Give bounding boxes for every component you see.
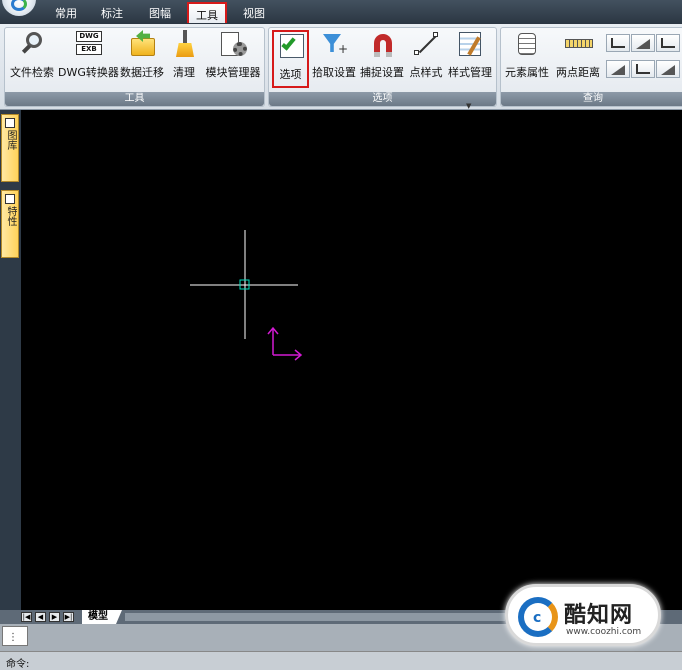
app-logo-icon[interactable] xyxy=(2,0,36,16)
watermark-logo-letter: c xyxy=(533,610,542,626)
options-label: 选项 xyxy=(279,68,302,81)
file-search-label: 文件检索 xyxy=(10,66,54,79)
clean-button[interactable]: 清理 xyxy=(168,30,200,88)
style-manager-label: 样式管理 xyxy=(448,66,492,79)
left-dock-strip: 图库 特性 xyxy=(0,110,21,622)
tab-view[interactable]: 视图 xyxy=(240,2,268,23)
layout-prev-button[interactable]: ◀ xyxy=(35,612,46,622)
tools-group: 文件检索 DWG EXB DWG转换器 数据迁移 清理 模块管理器 工具 xyxy=(4,27,265,107)
tab-tools[interactable]: 工具 xyxy=(187,2,227,23)
arc-length-button[interactable] xyxy=(631,34,655,52)
module-manager-button[interactable]: 模块管理器 xyxy=(203,30,263,88)
perimeter-query-button[interactable] xyxy=(631,60,655,78)
watermark-url: www.coozhi.com xyxy=(566,627,642,637)
angle-alt-icon xyxy=(661,38,675,48)
centroid-icon xyxy=(661,65,675,75)
clean-label: 清理 xyxy=(173,66,195,79)
angle-icon xyxy=(611,38,625,48)
file-search-button[interactable]: 文件检索 xyxy=(7,30,57,88)
command-prompt: 命令: xyxy=(6,659,30,670)
command-line[interactable]: 命令: xyxy=(0,651,682,670)
tab-sheet[interactable]: 图幅 xyxy=(146,2,174,23)
element-properties-button[interactable]: 元素属性 xyxy=(503,30,551,88)
point-style-button[interactable]: 点样式 xyxy=(408,30,444,88)
ucs-icon xyxy=(267,326,303,361)
options-group: 选项 + 拾取设置 捕捉设置 点样式 样式管理 选项 xyxy=(268,27,497,107)
area-icon xyxy=(611,65,625,75)
point-line-icon xyxy=(412,30,440,58)
command-history-box[interactable]: ⋮ xyxy=(2,626,28,646)
dock-tab-properties[interactable]: 特性 xyxy=(1,190,19,258)
canvas-svg xyxy=(190,230,303,361)
horizontal-scrollbar[interactable] xyxy=(125,613,505,621)
style-manager-dropdown-icon[interactable]: ▼ xyxy=(466,102,471,110)
dock-library-label: 图库 xyxy=(5,130,16,150)
layout-next-button[interactable]: ▶ xyxy=(49,612,60,622)
watermark-title: 酷知网 xyxy=(564,603,634,628)
area-query-button[interactable] xyxy=(606,60,630,78)
style-manager-button[interactable]: 样式管理 xyxy=(446,30,494,88)
ruler-icon xyxy=(564,30,593,58)
properties-icon xyxy=(5,194,15,204)
broom-icon xyxy=(170,30,198,58)
perimeter-icon xyxy=(636,64,650,74)
options-group-label: 选项 xyxy=(269,92,496,106)
dwg-icon-bottom-text: EXB xyxy=(76,44,102,55)
funnel-pick-icon: + xyxy=(320,30,348,58)
angle-query-button[interactable] xyxy=(606,34,630,52)
two-point-distance-button[interactable]: 两点距离 xyxy=(554,30,602,88)
pick-settings-label: 拾取设置 xyxy=(312,66,356,79)
ribbon: 文件检索 DWG EXB DWG转换器 数据迁移 清理 模块管理器 工具 选项 xyxy=(0,24,682,110)
library-icon xyxy=(5,118,15,128)
folder-migrate-icon xyxy=(128,30,156,58)
layout-last-button[interactable]: ▶| xyxy=(63,612,74,622)
query-more-button[interactable] xyxy=(656,34,680,52)
dock-tab-library[interactable]: 图库 xyxy=(1,114,19,182)
module-manager-label: 模块管理器 xyxy=(205,66,261,79)
tools-group-label: 工具 xyxy=(5,92,264,106)
element-properties-label: 元素属性 xyxy=(505,66,549,79)
two-point-distance-label: 两点距离 xyxy=(556,66,600,79)
data-migrate-button[interactable]: 数据迁移 xyxy=(119,30,165,88)
scroll-list-icon xyxy=(513,30,541,58)
snap-settings-button[interactable]: 捕捉设置 xyxy=(359,30,405,88)
style-doc-icon xyxy=(456,30,484,58)
point-style-label: 点样式 xyxy=(409,66,443,79)
dwg-converter-button[interactable]: DWG EXB DWG转换器 xyxy=(58,30,119,88)
magnifier-icon xyxy=(18,30,46,58)
centroid-query-button[interactable] xyxy=(656,60,680,78)
tab-annotate[interactable]: 标注 xyxy=(98,2,126,23)
query-group-label: 查询 xyxy=(501,92,682,106)
watermark-logo-icon: c xyxy=(518,597,558,637)
watermark: c 酷知网 www.coozhi.com xyxy=(505,584,661,646)
query-group: 元素属性 两点距离 查询 xyxy=(500,27,682,107)
dwg-icon-top-text: DWG xyxy=(76,31,102,42)
pick-settings-button[interactable]: + 拾取设置 xyxy=(312,30,356,88)
drawing-canvas[interactable] xyxy=(21,110,682,610)
dwg-converter-label: DWG转换器 xyxy=(58,66,119,79)
data-migrate-label: 数据迁移 xyxy=(120,66,164,79)
model-tab[interactable]: 模型 xyxy=(82,610,122,624)
check-icon xyxy=(277,32,305,60)
module-gear-icon xyxy=(219,30,247,58)
tab-common[interactable]: 常用 xyxy=(52,2,80,23)
options-button[interactable]: 选项 xyxy=(272,30,309,88)
tab-bar: 常用 标注 图幅 工具 视图 xyxy=(0,0,682,24)
layout-first-button[interactable]: |◀ xyxy=(21,612,32,622)
dwg-convert-icon: DWG EXB xyxy=(74,30,102,58)
slope-icon xyxy=(636,39,650,49)
snap-settings-label: 捕捉设置 xyxy=(360,66,404,79)
dock-properties-label: 特性 xyxy=(5,206,16,226)
grip-icon: ⋮ xyxy=(8,632,18,643)
cursor-crosshair xyxy=(190,230,298,339)
magnet-icon xyxy=(368,30,396,58)
